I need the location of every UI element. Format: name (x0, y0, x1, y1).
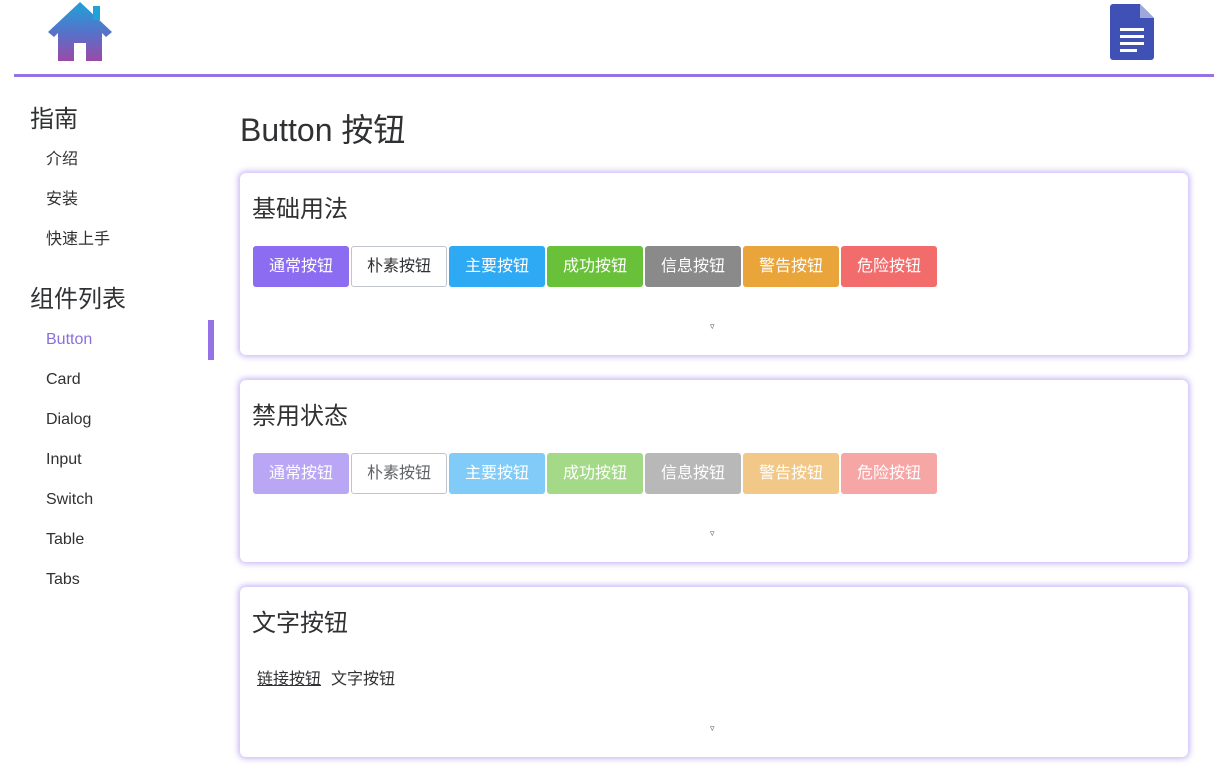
sidebar: 指南 介绍 安装 快速上手 组件列表 Button Card Dialog In… (14, 77, 214, 776)
button-row: 通常按钮 朴素按钮 主要按钮 成功按钮 信息按钮 警告按钮 危险按钮 (253, 453, 939, 494)
expand-code-icon[interactable]: ▿ (710, 723, 715, 733)
danger-button[interactable]: 危险按钮 (841, 246, 937, 287)
text-button[interactable]: 文字按钮 (331, 665, 395, 689)
sidebar-item-input[interactable]: Input (46, 440, 214, 480)
disabled-normal-button[interactable]: 通常按钮 (253, 453, 349, 494)
demo-card-basic: 基础用法 通常按钮 朴素按钮 主要按钮 成功按钮 信息按钮 警告按钮 危险按钮 … (240, 173, 1188, 355)
text-button-row: 链接按钮 文字按钮 (257, 665, 395, 689)
sidebar-item-tabs[interactable]: Tabs (46, 560, 214, 600)
sidebar-guide-title: 指南 (30, 106, 78, 133)
expand-code-icon[interactable]: ▿ (710, 321, 715, 331)
sidebar-item-label: Button (46, 331, 93, 348)
section-title: 禁用状态 (252, 403, 348, 430)
sidebar-item-install[interactable]: 安装 (46, 180, 78, 220)
sidebar-item-intro[interactable]: 介绍 (46, 140, 78, 180)
sidebar-item-card[interactable]: Card (46, 360, 214, 400)
success-button[interactable]: 成功按钮 (547, 246, 643, 287)
page-title: Button 按钮 (240, 112, 406, 148)
sidebar-item-dialog[interactable]: Dialog (46, 400, 214, 440)
disabled-info-button[interactable]: 信息按钮 (645, 453, 741, 494)
sidebar-components-title: 组件列表 (30, 286, 126, 313)
disabled-primary-button[interactable]: 主要按钮 (449, 453, 545, 494)
active-indicator (208, 320, 214, 360)
disabled-success-button[interactable]: 成功按钮 (547, 453, 643, 494)
info-button[interactable]: 信息按钮 (645, 246, 741, 287)
house-icon[interactable] (46, 0, 114, 62)
expand-code-icon[interactable]: ▿ (710, 528, 715, 538)
top-header (14, 0, 1214, 77)
disabled-plain-button[interactable]: 朴素按钮 (351, 453, 447, 494)
document-icon[interactable] (1110, 4, 1154, 60)
section-title: 文字按钮 (252, 610, 348, 637)
sidebar-item-quickstart[interactable]: 快速上手 (46, 220, 110, 260)
demo-card-text: 文字按钮 链接按钮 文字按钮 ▿ (240, 587, 1188, 757)
sidebar-item-button[interactable]: Button (46, 320, 214, 360)
link-button[interactable]: 链接按钮 (257, 665, 321, 689)
primary-button[interactable]: 主要按钮 (449, 246, 545, 287)
warning-button[interactable]: 警告按钮 (743, 246, 839, 287)
demo-card-disabled: 禁用状态 通常按钮 朴素按钮 主要按钮 成功按钮 信息按钮 警告按钮 危险按钮 … (240, 380, 1188, 562)
disabled-danger-button[interactable]: 危险按钮 (841, 453, 937, 494)
sidebar-item-table[interactable]: Table (46, 520, 214, 560)
sidebar-item-switch[interactable]: Switch (46, 480, 214, 520)
button-row: 通常按钮 朴素按钮 主要按钮 成功按钮 信息按钮 警告按钮 危险按钮 (253, 246, 939, 287)
normal-button[interactable]: 通常按钮 (253, 246, 349, 287)
section-title: 基础用法 (252, 196, 348, 223)
plain-button[interactable]: 朴素按钮 (351, 246, 447, 287)
disabled-warning-button[interactable]: 警告按钮 (743, 453, 839, 494)
